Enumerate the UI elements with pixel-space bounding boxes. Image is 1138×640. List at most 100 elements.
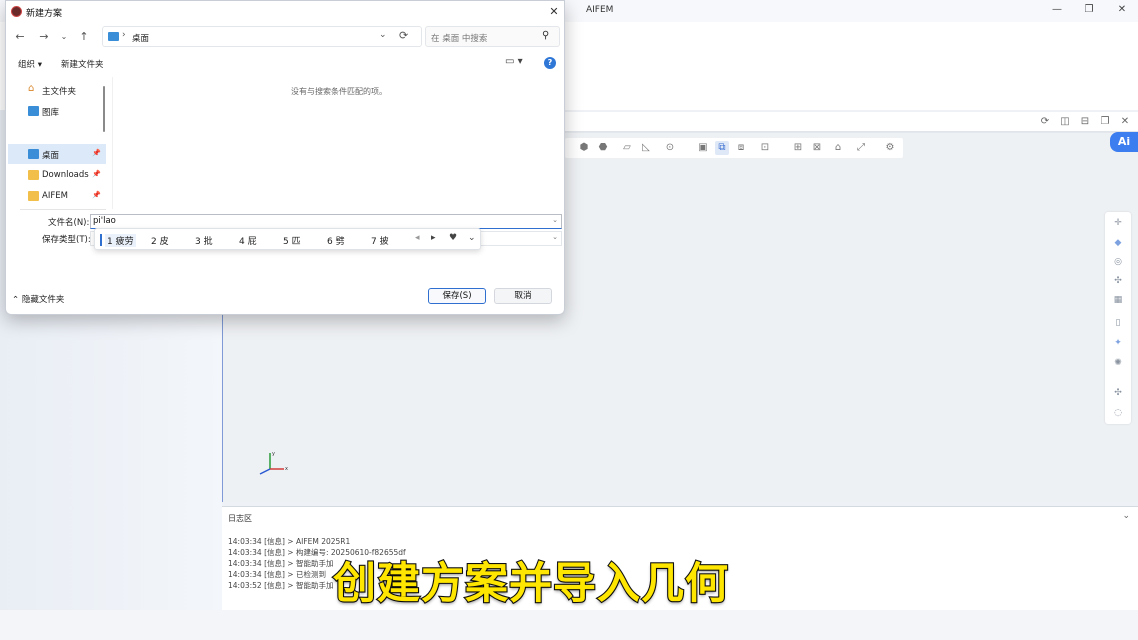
minimize-icon[interactable]: —	[1047, 3, 1067, 17]
ime-candidate[interactable]: 6 劈	[327, 234, 345, 247]
view-options-icon[interactable]: ▭ ▾	[505, 56, 523, 67]
folder-icon	[28, 170, 39, 180]
file-list-area[interactable]: 没有与搜索条件匹配的项。	[112, 77, 564, 209]
chevron-down-icon[interactable]: ⌄	[1122, 511, 1130, 521]
filename-label: 文件名(N):	[48, 218, 90, 228]
select-tool-icon[interactable]: ◆	[1111, 236, 1125, 250]
log-line: 14:03:34 [信息] > AIFEM 2025R1	[228, 537, 351, 546]
organize-button[interactable]: 组织 ▾	[18, 58, 42, 70]
view-orient-icon[interactable]: ⊙	[663, 141, 677, 155]
reset-icon[interactable]: ◌	[1111, 406, 1125, 420]
box-icon[interactable]: ▣	[696, 141, 710, 155]
nav-item-gallery[interactable]: 图库	[8, 101, 106, 121]
filetype-label: 保存类型(T):	[42, 235, 91, 245]
close-view-icon[interactable]: ✕	[1118, 115, 1132, 129]
dialog-titlebar: 新建方案 ✕	[6, 1, 564, 23]
divider	[20, 209, 106, 210]
export-image-icon[interactable]: ⤢	[854, 141, 868, 155]
nav-item-downloads[interactable]: Downloads 📌	[8, 165, 106, 185]
explode-icon[interactable]: ✺	[1111, 356, 1125, 370]
video-caption: 创建方案并导入几何	[332, 558, 729, 610]
edges-icon[interactable]: ◺	[639, 141, 653, 155]
close-icon[interactable]: ✕	[1112, 3, 1132, 17]
log-line: 14:03:34 [信息] > 已检测到	[228, 570, 326, 579]
wireframe-icon[interactable]: ▱	[620, 141, 634, 155]
chevron-down-icon[interactable]: ⌄	[379, 30, 387, 40]
refresh-icon[interactable]: ⟳	[399, 29, 408, 42]
forward-arrow-icon[interactable]: →	[36, 29, 52, 45]
fit-icon[interactable]: ✣	[1111, 274, 1125, 288]
nav-item-desktop[interactable]: 桌面 📌	[8, 144, 106, 164]
split-view-icon[interactable]: ◫	[1058, 115, 1072, 129]
add-icon[interactable]: ✛	[1111, 216, 1125, 230]
next-page-icon[interactable]: ▸	[431, 233, 436, 243]
navigation-pane: ⌂ 主文件夹 图库 桌面 📌 Downloads 📌 AIFEM 📌	[6, 77, 110, 210]
nav-item-home[interactable]: ⌂ 主文件夹	[8, 80, 106, 100]
refresh-icon[interactable]: ⟳	[1038, 115, 1052, 129]
basket-icon[interactable]: ⌂	[831, 141, 845, 155]
shaded-icon[interactable]: ⬣	[596, 141, 610, 155]
select-icon[interactable]: ⊠	[810, 141, 824, 155]
navigation-scrollbar[interactable]	[103, 86, 105, 132]
nav-item-label: 图库	[42, 108, 60, 118]
pin-icon: 📌	[92, 149, 101, 157]
settings-icon[interactable]: ⚙	[883, 141, 897, 155]
light-icon[interactable]: ✦	[1111, 336, 1125, 350]
ime-candidate[interactable]: 1 疲劳	[105, 234, 136, 247]
up-arrow-icon[interactable]: ↑	[76, 29, 92, 45]
duplicate-icon[interactable]: ⧈	[734, 141, 748, 155]
home-icon: ⌂	[28, 83, 35, 94]
close-icon[interactable]: ✕	[546, 4, 562, 20]
chevron-down-icon[interactable]: ⌄	[552, 233, 558, 241]
search-input[interactable]: 在 桌面 中搜索 ⚲	[425, 26, 560, 47]
back-arrow-icon[interactable]: ←	[12, 29, 28, 45]
dialog-title: 新建方案	[26, 9, 63, 19]
ai-assistant-button[interactable]: Ai	[1110, 132, 1138, 152]
nav-item-label: 桌面	[42, 151, 60, 161]
recent-dropdown-icon[interactable]: ⌄	[56, 29, 72, 45]
ime-candidate[interactable]: 5 匹	[283, 234, 301, 247]
save-button[interactable]: 保存(S)	[428, 288, 486, 304]
panel-icon[interactable]: ▯	[1111, 316, 1125, 330]
command-bar: 组织 ▾ 新建文件夹 ▭ ▾ ?	[6, 53, 564, 75]
emoji-icon[interactable]: ♥	[449, 233, 457, 243]
hide-folders-toggle[interactable]: ⌃ 隐藏文件夹	[12, 293, 64, 305]
log-title: 日志区	[228, 514, 252, 523]
empty-message: 没有与搜索条件匹配的项。	[291, 87, 387, 96]
ime-candidate[interactable]: 4 屁	[239, 234, 257, 247]
chevron-down-icon[interactable]: ⌄	[552, 216, 558, 224]
svg-text:y: y	[272, 451, 275, 457]
hide-folders-label: 隐藏文件夹	[21, 295, 65, 305]
new-folder-button[interactable]: 新建文件夹	[61, 58, 104, 70]
nav-item-aifem[interactable]: AIFEM 📌	[8, 186, 106, 206]
address-text: 桌面	[132, 34, 150, 44]
app-title: AIFEM	[586, 5, 614, 15]
cancel-button[interactable]: 取消	[494, 288, 552, 304]
pin-icon: 📌	[92, 170, 101, 178]
layout-icon[interactable]: ⊟	[1078, 115, 1092, 129]
maximize-icon[interactable]: ❐	[1079, 3, 1099, 17]
restore-icon[interactable]: ❐	[1098, 115, 1112, 129]
collapse-icon[interactable]: ✣	[1111, 386, 1125, 400]
nav-item-label: 主文件夹	[42, 87, 77, 97]
ime-candidate[interactable]: 3 批	[195, 234, 213, 247]
desktop-icon	[108, 32, 119, 41]
prev-page-icon[interactable]: ◂	[415, 233, 420, 243]
section-icon[interactable]: ⊡	[758, 141, 772, 155]
chevron-up-icon: ⌃	[12, 295, 20, 305]
address-bar[interactable]: › 桌面 ⌄ ⟳	[102, 26, 422, 47]
svg-text:x: x	[285, 466, 288, 472]
ime-candidate[interactable]: 7 披	[371, 234, 389, 247]
copy-view-icon[interactable]: ⧉	[715, 141, 729, 155]
table-icon[interactable]: ▦	[1111, 293, 1125, 307]
grid-icon[interactable]: ⊞	[791, 141, 805, 155]
chevron-down-icon[interactable]: ⌄	[468, 233, 476, 243]
solid-icon[interactable]: ⬢	[577, 141, 591, 155]
log-line: 14:03:52 [信息] > 智能助手加	[228, 581, 334, 590]
filename-field[interactable]: pi'lao ⌄	[90, 214, 562, 229]
help-icon[interactable]: ?	[544, 57, 556, 69]
view-toolbar: ⬢ ⬣ ▱ ◺ ⊙ ▣ ⧉ ⧈ ⊡ ⊞ ⊠ ⌂ ⤢ ⚙	[565, 138, 903, 158]
ime-candidate[interactable]: 2 皮	[151, 234, 169, 247]
target-icon[interactable]: ◎	[1111, 255, 1125, 269]
search-icon[interactable]: ⚲	[542, 30, 549, 41]
